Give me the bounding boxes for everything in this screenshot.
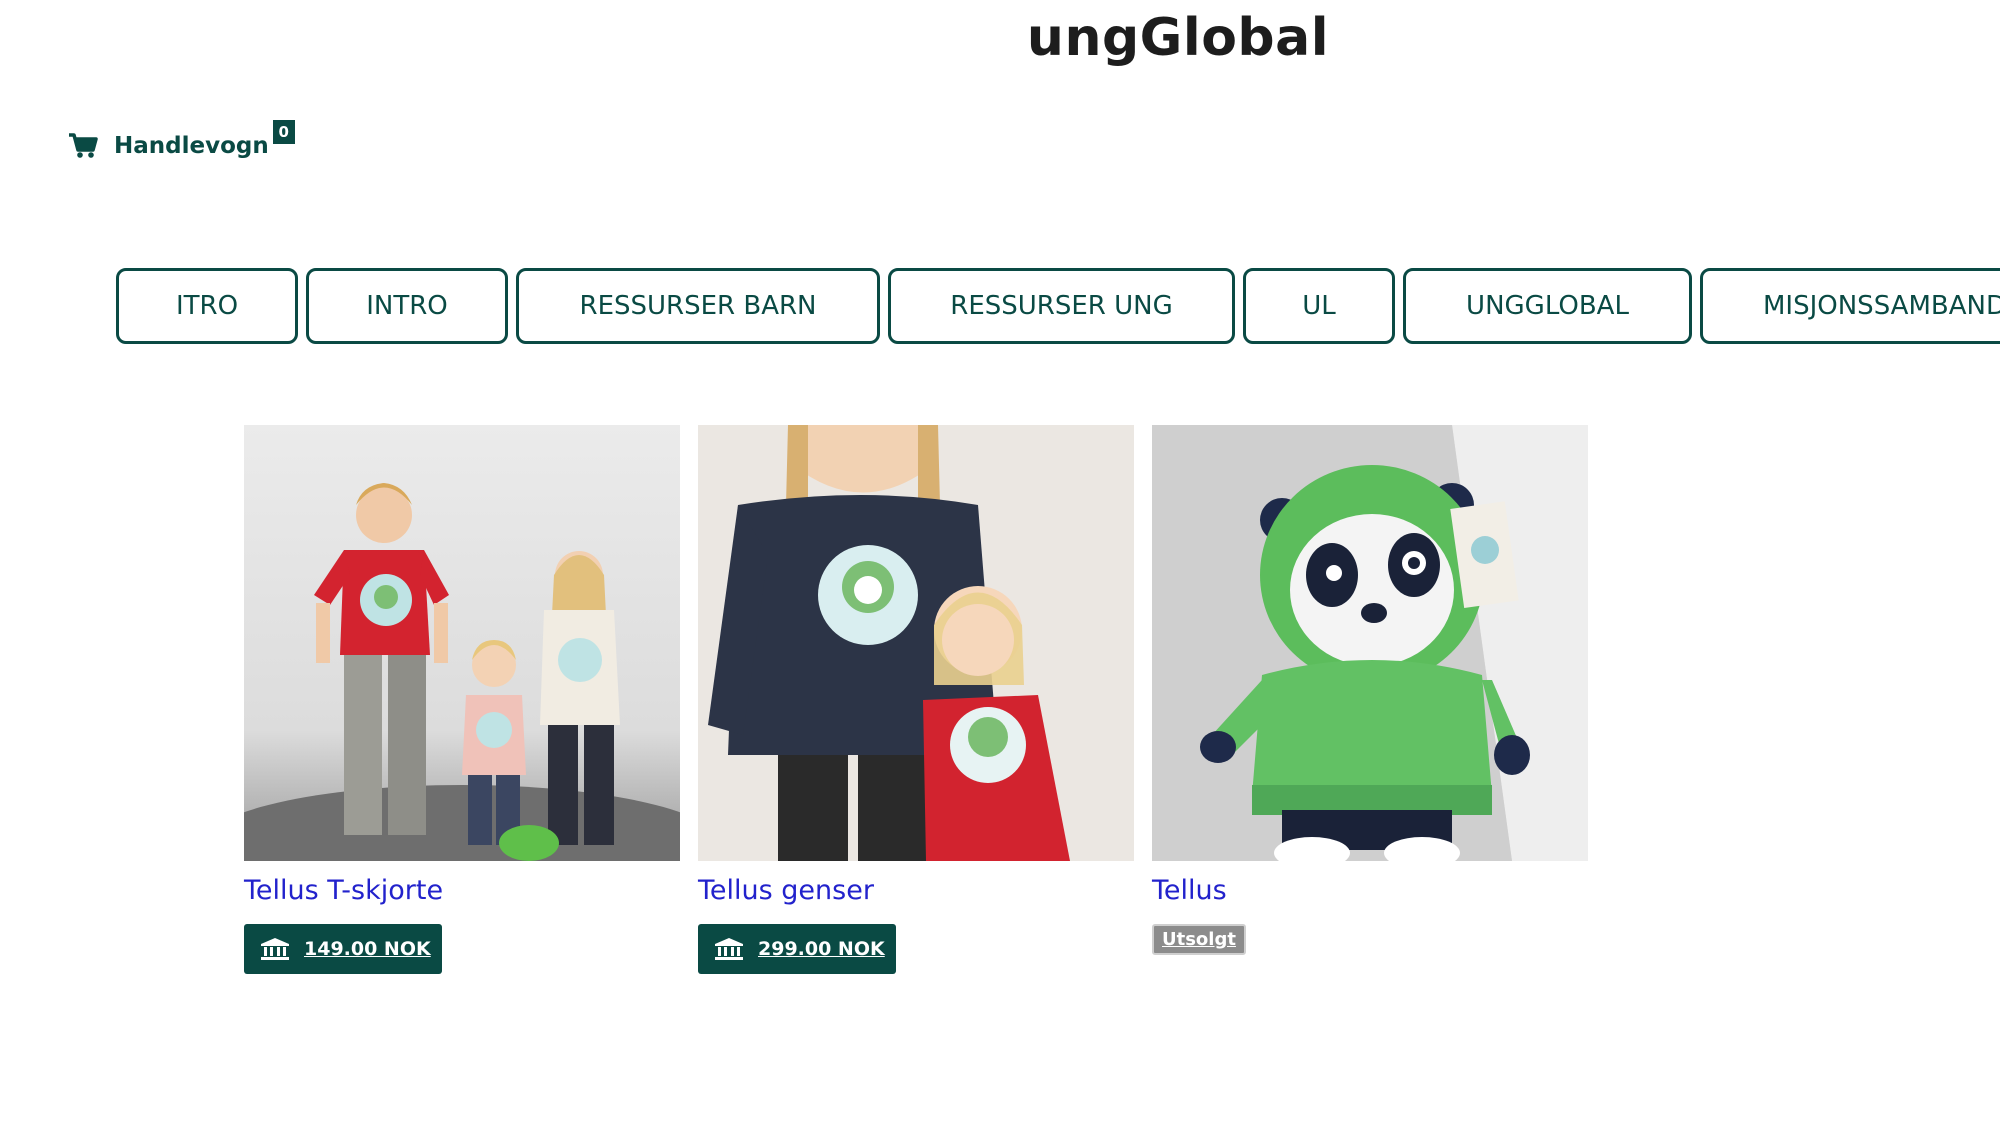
product-image-sweater[interactable] bbox=[698, 425, 1134, 861]
page: ungGlobal Handlevogn 0 ITRO INTRO RESSUR… bbox=[0, 0, 2000, 1125]
kids-in-sweaters-photo bbox=[698, 425, 1134, 861]
product-card: Tellus Utsolgt bbox=[1152, 425, 1588, 974]
panda-plush-photo bbox=[1152, 425, 1588, 861]
product-grid: Tellus T-skjorte 149.00 NOK Tellus gense… bbox=[244, 425, 1588, 974]
nav-ul[interactable]: UL bbox=[1243, 268, 1395, 344]
nav-ungglobal[interactable]: UNGGLOBAL bbox=[1403, 268, 1692, 344]
nav-ressurser-ung[interactable]: RESSURSER UNG bbox=[888, 268, 1235, 344]
price-label: 299.00 NOK bbox=[758, 938, 885, 960]
product-card: Tellus genser 299.00 NOK bbox=[698, 425, 1134, 974]
category-nav: ITRO INTRO RESSURSER BARN RESSURSER UNG … bbox=[116, 268, 2000, 344]
product-card: Tellus T-skjorte 149.00 NOK bbox=[244, 425, 680, 974]
price-label: 149.00 NOK bbox=[304, 938, 431, 960]
cart-link[interactable]: Handlevogn 0 bbox=[68, 120, 295, 160]
product-title[interactable]: Tellus T-skjorte bbox=[244, 875, 680, 906]
product-title[interactable]: Tellus bbox=[1152, 875, 1588, 906]
nav-intro[interactable]: INTRO bbox=[306, 268, 508, 344]
bank-icon bbox=[261, 938, 289, 960]
buy-button[interactable]: 299.00 NOK bbox=[698, 924, 896, 974]
nav-ressurser-barn[interactable]: RESSURSER BARN bbox=[516, 268, 880, 344]
buy-button[interactable]: 149.00 NOK bbox=[244, 924, 442, 974]
nav-misjonssambandet[interactable]: MISJONSSAMBANDET bbox=[1700, 268, 2000, 344]
product-image-plush[interactable] bbox=[1152, 425, 1588, 861]
cart-count-badge: 0 bbox=[272, 120, 295, 144]
nav-itro[interactable]: ITRO bbox=[116, 268, 298, 344]
cart-label: Handlevogn bbox=[114, 133, 269, 159]
site-title: ungGlobal bbox=[1026, 8, 1330, 68]
bank-icon bbox=[715, 938, 743, 960]
product-title[interactable]: Tellus genser bbox=[698, 875, 1134, 906]
product-image-tshirt[interactable] bbox=[244, 425, 680, 861]
cart-icon bbox=[69, 133, 98, 158]
kids-in-tshirts-photo bbox=[244, 425, 680, 861]
soldout-badge: Utsolgt bbox=[1152, 924, 1246, 955]
